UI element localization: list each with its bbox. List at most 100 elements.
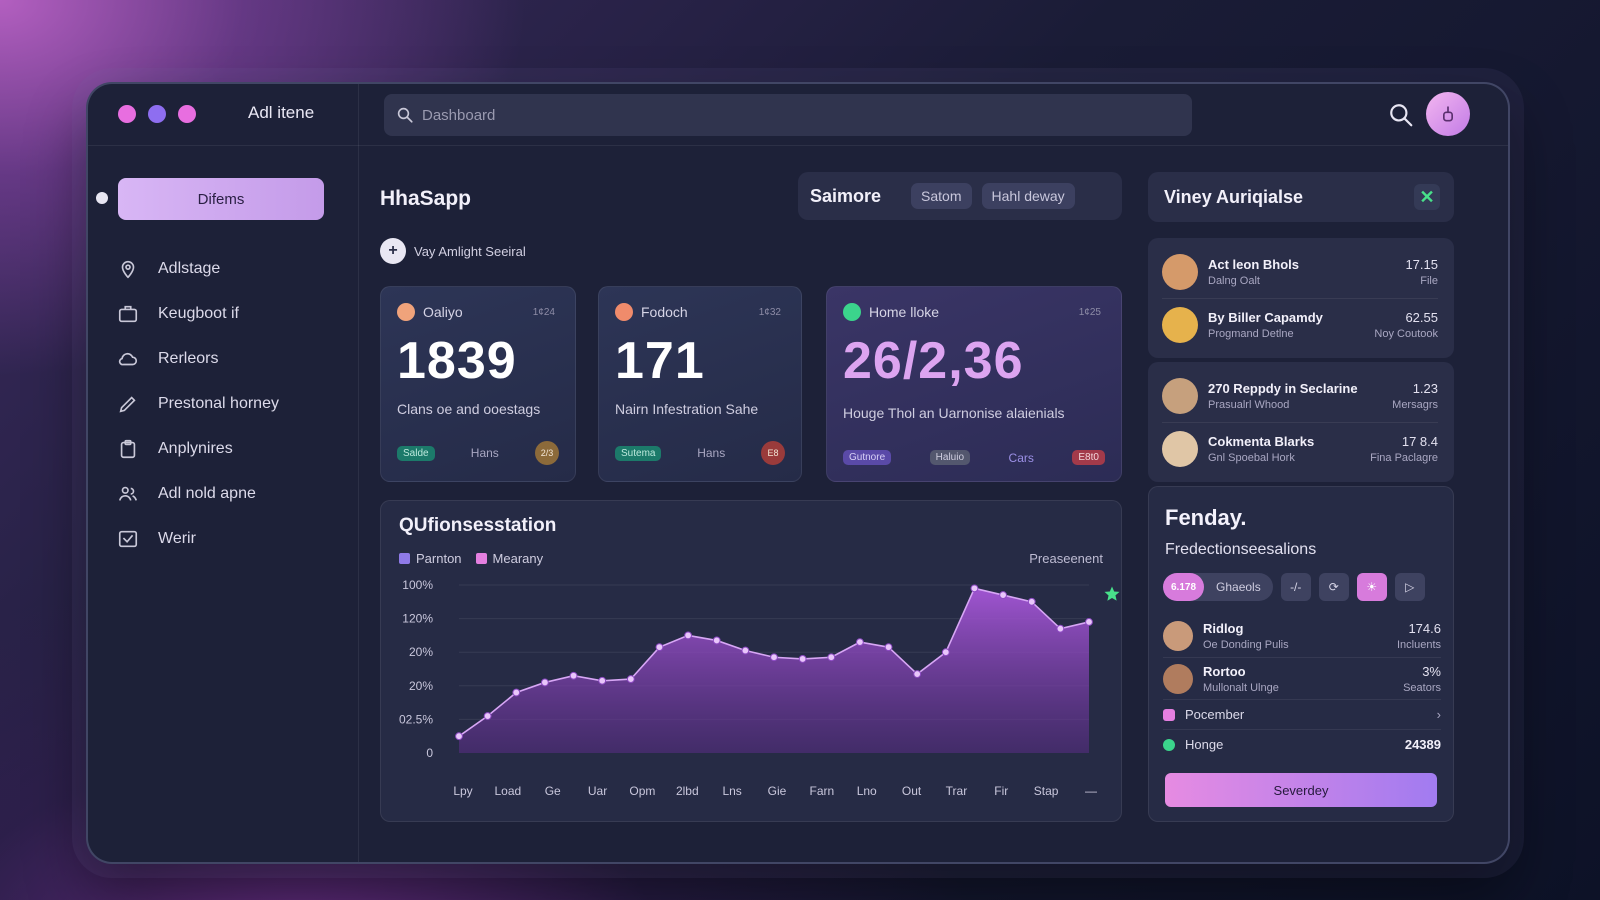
list-item[interactable]: Act leon Bhols Dalng Oalt 17.15 File [1162, 246, 1438, 298]
cloud-icon [116, 347, 140, 371]
stat-card[interactable]: Home lloke 1¢25 26/2,36 Houge Thol an Ua… [826, 286, 1122, 482]
segmented-toggle[interactable]: 6.178 Ghaeols [1163, 573, 1273, 601]
card-mid-label: Cars [1008, 450, 1034, 465]
chart-note: Preaseenent [1029, 551, 1103, 566]
list-item[interactable]: By Biller Capamdy Progmand Detlne 62.55 No… [1162, 298, 1438, 350]
card-tag: Salde [397, 445, 435, 461]
x-tick-label: Stap [1034, 784, 1059, 798]
sidebar-nav: Adlstage Keugboot if Rerleors Prestonal … [116, 246, 279, 561]
minimize-dot[interactable] [148, 105, 166, 123]
data-point [684, 631, 692, 640]
stat-card[interactable]: Oaliyo 1¢24 1839 Clans oe and ooestags S… [380, 286, 576, 482]
close-dot[interactable] [118, 105, 136, 123]
data-point [626, 675, 635, 683]
panel-title: Fenday. [1165, 505, 1247, 530]
close-icon[interactable]: ✕ [1414, 184, 1440, 210]
sidebar-item-adlstage[interactable]: Adlstage [116, 246, 279, 291]
data-point [884, 643, 893, 652]
toggle-off[interactable]: Ghaeols [1216, 580, 1261, 594]
data-point [1027, 597, 1036, 606]
sidebar-item-label: Keugboot if [158, 304, 239, 322]
mail-check-icon [116, 527, 140, 551]
x-tick-label: Ge [545, 784, 561, 798]
data-point [483, 712, 492, 720]
card-value: 26/2,36 [843, 332, 1024, 390]
x-tick-label: Gie [768, 784, 787, 798]
item-value-sub: Mersagrs [1392, 399, 1438, 411]
briefcase-icon [116, 302, 140, 326]
user-avatar-button[interactable] [1426, 92, 1470, 136]
person-name: 270 Reppdy in Seclarine [1208, 381, 1358, 396]
x-tick-label: Farn [810, 784, 835, 798]
item-value: 17 8.4 [1401, 433, 1438, 449]
list-item[interactable]: 270 Reppdy in Seclarine Prasualrl Whood 1… [1162, 370, 1438, 422]
y-tick-label: 20% [409, 645, 433, 659]
primary-action-button[interactable]: Severdey [1165, 773, 1437, 807]
list-item[interactable]: Rortoo Mullonalt Ulnge 3% Seators [1163, 657, 1441, 699]
data-point [569, 671, 578, 680]
data-point [598, 676, 607, 685]
data-point [541, 678, 549, 687]
x-tick-label: Fir [994, 784, 1008, 798]
toggle-on[interactable]: 6.178 [1163, 573, 1205, 601]
list-item[interactable]: Cokmenta Blarks Gnl Spoebal Hork 17 8.4 Fi… [1162, 422, 1438, 474]
filter-pill[interactable]: Satom [911, 183, 972, 209]
x-tick-label: Opm [629, 784, 655, 798]
panel-controls: 6.178 Ghaeols -/- ⟳ ☀ ▷ [1163, 573, 1425, 601]
sidebar-primary-button[interactable]: Difems [118, 178, 324, 220]
search-bar[interactable] [384, 94, 1192, 136]
sidebar-item-keugboot[interactable]: Keugboot if [116, 291, 279, 336]
sidebar-item-label: Adl nold apne [158, 484, 256, 502]
item-value: 1.23 [1412, 381, 1438, 396]
sidebar-item-prestonal[interactable]: Prestonal horney [116, 381, 279, 426]
x-tick-label: Lpy [453, 784, 472, 798]
sidebar-item-label: Prestonal horney [158, 394, 279, 412]
sidebar-divider [358, 84, 359, 862]
sidebar-item-rerleors[interactable]: Rerleors [116, 336, 279, 381]
y-tick-label: 100% [402, 578, 433, 592]
item-value-sub: Seators [1403, 681, 1441, 694]
sidebar-item-werir[interactable]: Werir [116, 516, 279, 561]
search-input[interactable] [422, 106, 1122, 124]
data-point [913, 670, 922, 678]
sidebar-item-label: Werir [158, 529, 196, 547]
avatar [1162, 378, 1198, 414]
card-badge: E8 [760, 441, 785, 465]
data-point [798, 655, 807, 663]
subheading: + Vay Amlight Seeiral [380, 238, 526, 264]
legend-label: Parnton [416, 551, 462, 566]
card-meta: 1¢24 [532, 307, 555, 318]
sidebar-item-anplynires[interactable]: Anplynires [116, 426, 279, 471]
trend-icon[interactable]: -/- [1280, 573, 1311, 601]
person-name: Act leon Bhols [1208, 257, 1300, 272]
data-point [1085, 618, 1093, 626]
legend-row[interactable]: Honge 24389 [1163, 729, 1441, 759]
play-icon[interactable]: ▷ [1394, 573, 1425, 601]
x-tick-label: Out [902, 784, 922, 798]
filter-pill[interactable]: Hahl deway [981, 183, 1075, 209]
legend-row[interactable]: Pocember › [1163, 699, 1441, 729]
item-value: 62.55 [1405, 309, 1438, 325]
sun-icon[interactable]: ☀ [1356, 573, 1387, 601]
card-badge: E8t0 [1072, 450, 1105, 465]
series-area [459, 588, 1089, 753]
sidebar-item-adl-nold[interactable]: Adl nold apne [116, 471, 279, 516]
stat-card[interactable]: Fodoch 1¢32 171 Nairn Infestration Sahe … [598, 286, 802, 482]
add-icon[interactable]: + [380, 238, 406, 264]
refresh-icon[interactable]: ⟳ [1318, 573, 1349, 601]
x-tick-label: Uar [588, 784, 607, 798]
card-icon [397, 303, 415, 321]
search-icon[interactable] [1388, 102, 1414, 133]
maximize-dot[interactable] [178, 105, 196, 123]
person-subtitle: Mullonalt Ulnge [1203, 681, 1279, 694]
x-tick-label: Trar [946, 784, 968, 798]
person-subtitle: Progmand Detlne [1208, 327, 1294, 340]
y-tick-label: 0 [426, 746, 433, 760]
person-subtitle: Gnl Spoebal Hork [1208, 451, 1295, 464]
right-panel-title: Viney Auriqialse [1164, 187, 1304, 207]
card-description: Houge Thol an Uarnonise alaienials [843, 405, 1065, 421]
list-item[interactable]: Ridlog Oe Donding Pulis 174.6 Incluents [1163, 615, 1441, 657]
card-meta: 1¢25 [1078, 307, 1101, 318]
data-point [970, 584, 979, 593]
item-value: 17.15 [1405, 257, 1438, 272]
